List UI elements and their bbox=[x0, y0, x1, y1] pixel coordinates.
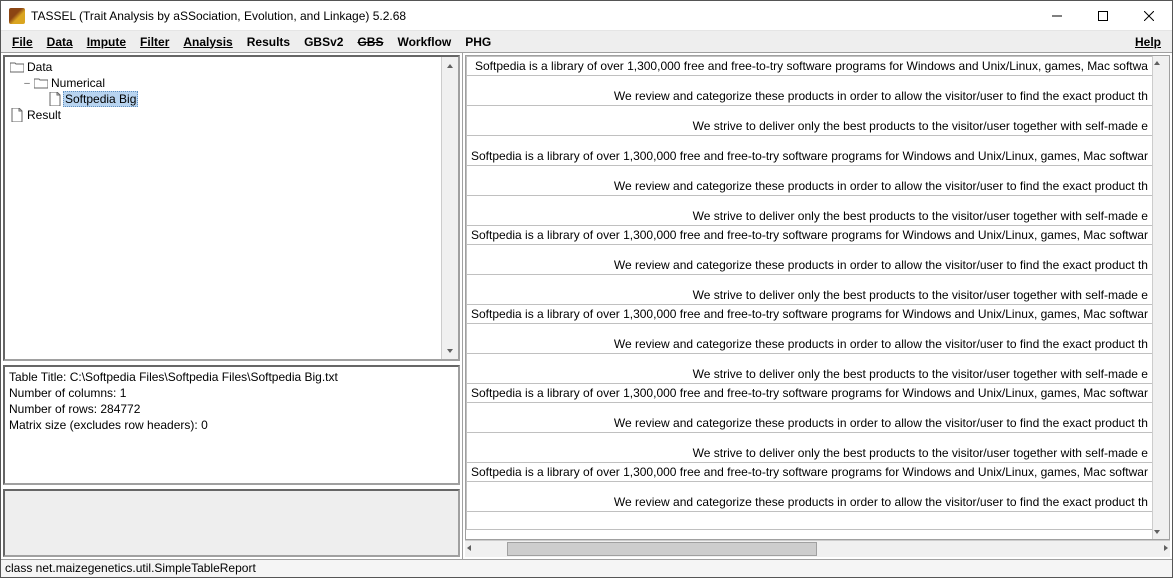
info-line: Matrix size (excludes row headers): 0 bbox=[9, 417, 454, 433]
folder-icon bbox=[33, 76, 49, 90]
page-icon bbox=[9, 108, 25, 122]
table-row[interactable]: We review and categorize these products … bbox=[467, 482, 1153, 512]
table-cell[interactable]: We review and categorize these products … bbox=[467, 482, 1153, 512]
menu-impute[interactable]: Impute bbox=[80, 33, 133, 51]
table-cell[interactable]: We strive to deliver only the best produ… bbox=[467, 196, 1153, 226]
table-row[interactable]: Softpedia is a library of over 1,300,000… bbox=[467, 384, 1153, 403]
menu-results[interactable]: Results bbox=[240, 33, 297, 51]
tree-node-softpedia[interactable]: Softpedia Big bbox=[7, 91, 439, 107]
scroll-right-icon[interactable] bbox=[1162, 541, 1170, 557]
scroll-down-icon[interactable] bbox=[442, 342, 458, 359]
tree-label: Data bbox=[25, 60, 54, 74]
tree-node-data[interactable]: Data bbox=[7, 59, 439, 75]
menu-data[interactable]: Data bbox=[40, 33, 80, 51]
title-bar: TASSEL (Trait Analysis by aSSociation, E… bbox=[1, 1, 1172, 31]
tree-label: Softpedia Big bbox=[63, 91, 138, 107]
table-cell[interactable]: Softpedia is a library of over 1,300,000… bbox=[467, 305, 1153, 324]
scroll-up-icon[interactable] bbox=[442, 57, 458, 74]
info-line: Table Title: C:\Softpedia Files\Softpedi… bbox=[9, 369, 454, 385]
data-table-area: Softpedia is a library of over 1,300,000… bbox=[465, 55, 1170, 540]
scroll-left-icon[interactable] bbox=[465, 541, 473, 557]
scroll-down-icon[interactable] bbox=[1153, 525, 1169, 539]
table-cell[interactable]: Softpedia is a library of over 1,300,000… bbox=[467, 463, 1153, 482]
table-row[interactable]: We review and categorize these products … bbox=[467, 245, 1153, 275]
info-line: Number of rows: 284772 bbox=[9, 401, 454, 417]
scroll-up-icon[interactable] bbox=[1153, 56, 1169, 70]
scroll-track[interactable] bbox=[442, 74, 458, 342]
window-controls bbox=[1034, 1, 1172, 31]
table-cell[interactable]: We strive to deliver only the best produ… bbox=[467, 354, 1153, 384]
status-bar: class net.maizegenetics.util.SimpleTable… bbox=[1, 559, 1172, 577]
menu-gbsv2[interactable]: GBSv2 bbox=[297, 33, 350, 51]
table-row[interactable]: Softpedia is a library of over 1,300,000… bbox=[467, 305, 1153, 324]
table-row[interactable]: Softpedia is a library of over 1,300,000… bbox=[467, 226, 1153, 245]
table-row[interactable]: We review and categorize these products … bbox=[467, 166, 1153, 196]
tree-pane: Data – Numerical Softpedia Big bbox=[3, 55, 460, 361]
info-line: Number of columns: 1 bbox=[9, 385, 454, 401]
table-cell[interactable]: We review and categorize these products … bbox=[467, 403, 1153, 433]
left-column: Data – Numerical Softpedia Big bbox=[1, 53, 463, 559]
table-cell[interactable]: We review and categorize these products … bbox=[467, 166, 1153, 196]
table-cell[interactable]: We strive to deliver only the best produ… bbox=[467, 275, 1153, 305]
workspace: Data – Numerical Softpedia Big bbox=[1, 53, 1172, 559]
bottom-pane bbox=[3, 489, 460, 557]
info-pane: Table Title: C:\Softpedia Files\Softpedi… bbox=[3, 365, 460, 485]
app-icon bbox=[9, 8, 25, 24]
menu-phg[interactable]: PHG bbox=[458, 33, 498, 51]
tree-node-result[interactable]: Result bbox=[7, 107, 439, 123]
menu-analysis[interactable]: Analysis bbox=[176, 33, 239, 51]
data-table-scroll[interactable]: Softpedia is a library of over 1,300,000… bbox=[466, 56, 1152, 539]
table-cell[interactable]: Softpedia is a library of over 1,300,000… bbox=[467, 226, 1153, 245]
table-cell[interactable]: We review and categorize these products … bbox=[467, 245, 1153, 275]
scroll-thumb[interactable] bbox=[507, 542, 817, 556]
table-cell[interactable]: Softpedia is a library of over 1,300,000… bbox=[467, 136, 1153, 166]
menu-gbs[interactable]: GBS bbox=[350, 33, 390, 51]
table-row[interactable]: We strive to deliver only the best produ… bbox=[467, 433, 1153, 463]
menu-workflow[interactable]: Workflow bbox=[390, 33, 458, 51]
table-row[interactable]: We strive to deliver only the best produ… bbox=[467, 196, 1153, 226]
table-vscrollbar[interactable] bbox=[1152, 56, 1169, 539]
table-row[interactable]: Softpedia is a library of over 1,300,000… bbox=[467, 57, 1153, 76]
maximize-button[interactable] bbox=[1080, 1, 1126, 31]
minimize-button[interactable] bbox=[1034, 1, 1080, 31]
table-row[interactable]: We review and categorize these products … bbox=[467, 324, 1153, 354]
table-row[interactable]: We strive to deliver only the best produ… bbox=[467, 275, 1153, 305]
tree[interactable]: Data – Numerical Softpedia Big bbox=[5, 57, 441, 359]
table-row[interactable]: We review and categorize these products … bbox=[467, 403, 1153, 433]
table-row[interactable]: Softpedia is a library of over 1,300,000… bbox=[467, 463, 1153, 482]
table-row[interactable]: We review and categorize these products … bbox=[467, 76, 1153, 106]
table-hscrollbar[interactable] bbox=[465, 540, 1170, 557]
scroll-track[interactable] bbox=[1153, 70, 1169, 525]
tree-node-numerical[interactable]: – Numerical bbox=[7, 75, 439, 91]
page-icon bbox=[47, 92, 63, 106]
tree-label: Result bbox=[25, 108, 63, 122]
scroll-track[interactable] bbox=[473, 541, 1162, 557]
table-row[interactable]: We strive to deliver only the best produ… bbox=[467, 106, 1153, 136]
menu-help[interactable]: Help bbox=[1128, 33, 1168, 51]
table-cell[interactable]: Softpedia is a library of over 1,300,000… bbox=[467, 57, 1153, 76]
tree-label: Numerical bbox=[49, 76, 107, 90]
collapse-icon[interactable]: – bbox=[21, 78, 33, 89]
table-row[interactable]: Softpedia is a library of over 1,300,000… bbox=[467, 136, 1153, 166]
table-row[interactable] bbox=[467, 512, 1153, 530]
table-cell[interactable]: We review and categorize these products … bbox=[467, 324, 1153, 354]
table-row[interactable]: We strive to deliver only the best produ… bbox=[467, 354, 1153, 384]
menu-file[interactable]: File bbox=[5, 33, 40, 51]
data-table[interactable]: Softpedia is a library of over 1,300,000… bbox=[466, 56, 1152, 530]
menu-filter[interactable]: Filter bbox=[133, 33, 176, 51]
close-button[interactable] bbox=[1126, 1, 1172, 31]
table-cell[interactable] bbox=[467, 512, 1153, 530]
status-text: class net.maizegenetics.util.SimpleTable… bbox=[5, 561, 256, 575]
table-cell[interactable]: Softpedia is a library of over 1,300,000… bbox=[467, 384, 1153, 403]
window-title: TASSEL (Trait Analysis by aSSociation, E… bbox=[31, 9, 1034, 23]
folder-icon bbox=[9, 60, 25, 74]
tree-vscrollbar[interactable] bbox=[441, 57, 458, 359]
right-column: Softpedia is a library of over 1,300,000… bbox=[465, 55, 1170, 557]
table-cell[interactable]: We strive to deliver only the best produ… bbox=[467, 106, 1153, 136]
table-cell[interactable]: We review and categorize these products … bbox=[467, 76, 1153, 106]
menu-bar: File Data Impute Filter Analysis Results… bbox=[1, 31, 1172, 53]
table-cell[interactable]: We strive to deliver only the best produ… bbox=[467, 433, 1153, 463]
